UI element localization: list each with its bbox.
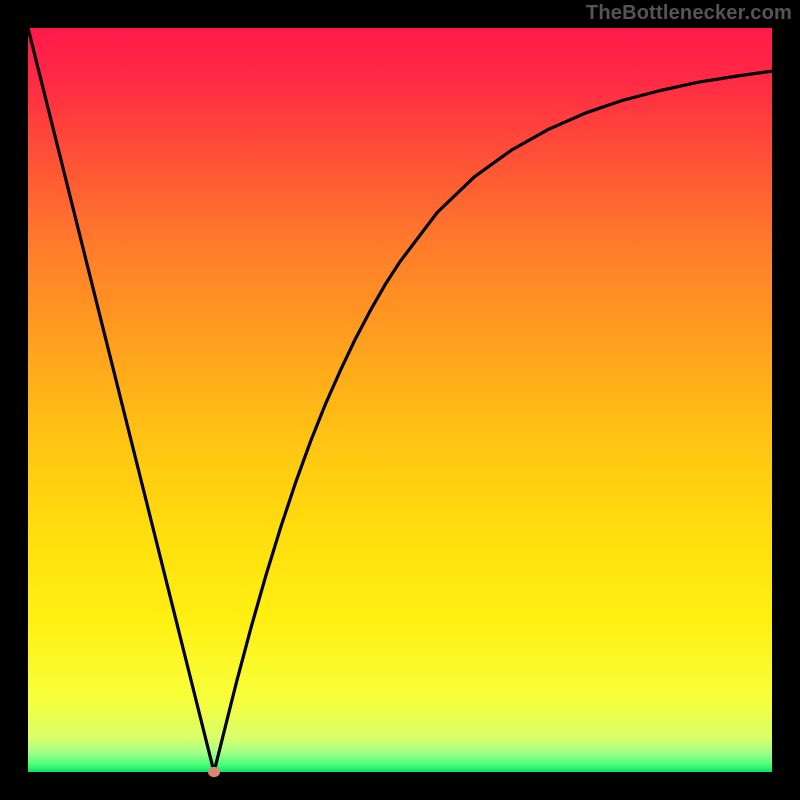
bottleneck-chart (0, 0, 800, 800)
attribution-text: TheBottlenecker.com (586, 2, 792, 25)
optimal-point-marker (208, 767, 220, 777)
chart-background-gradient (28, 28, 772, 772)
chart-container: TheBottlenecker.com (0, 0, 800, 800)
